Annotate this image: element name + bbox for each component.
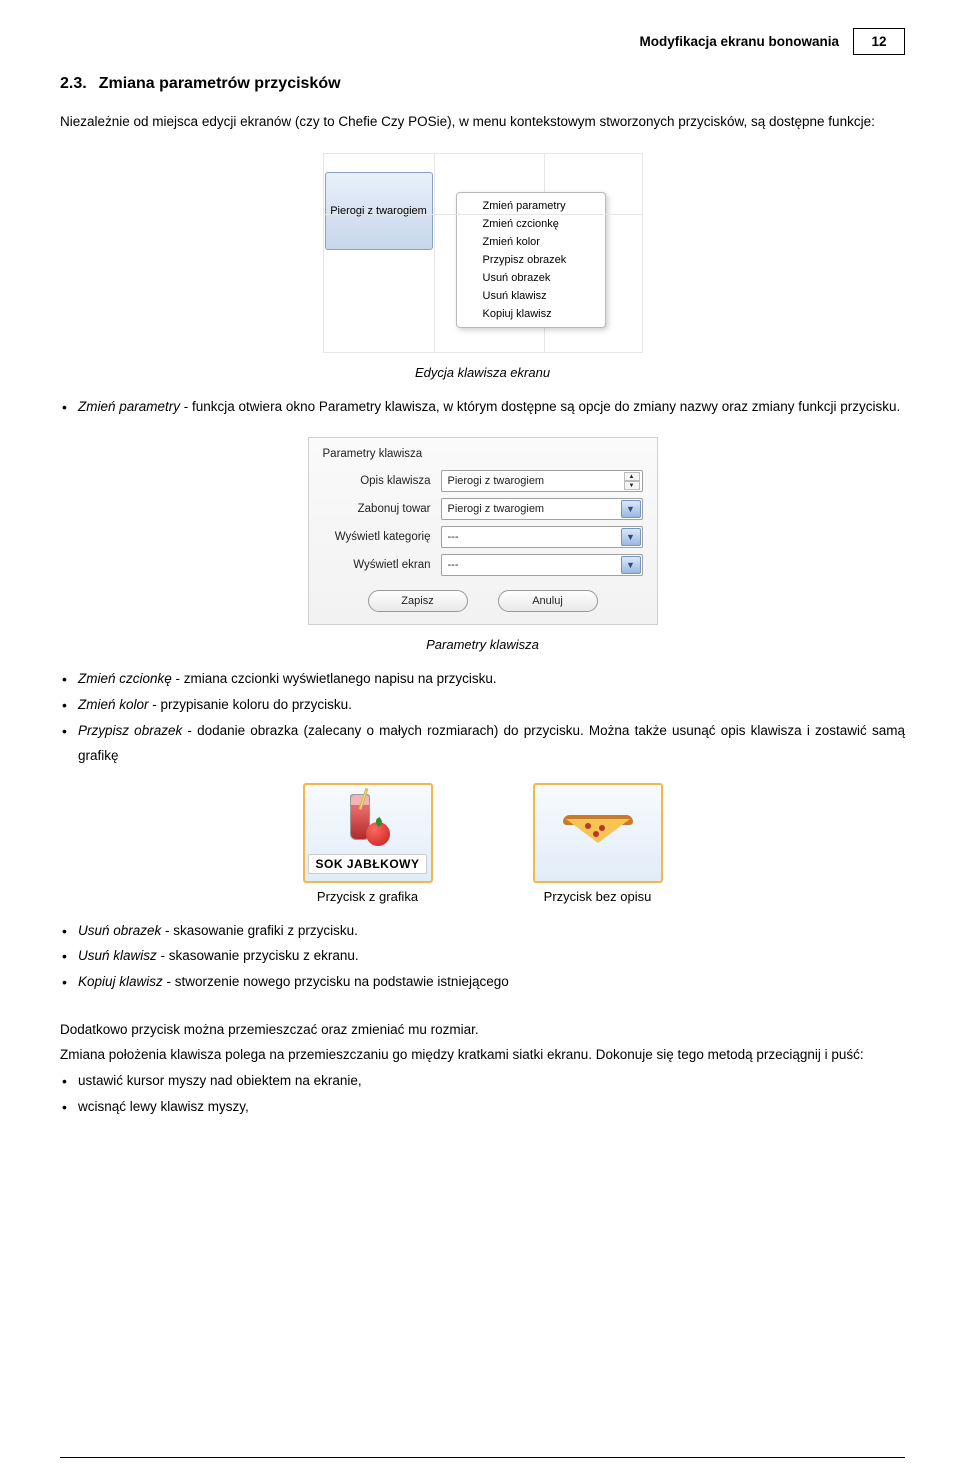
function-name: Zmień czcionkę	[78, 671, 172, 686]
button-with-graphic: SOK JABŁKOWY Przycisk z grafika	[303, 783, 433, 904]
header-title: Modyfikacja ekranu bonowania	[639, 28, 853, 55]
button-without-label: Przycisk bez opisu	[533, 783, 663, 904]
function-desc: - skasowanie przycisku z ekranu.	[157, 948, 359, 963]
list-item: Przypisz obrazek - dodanie obrazka (zale…	[60, 718, 905, 769]
function-desc: - stworzenie nowego przycisku na podstaw…	[163, 974, 509, 989]
label-opis: Opis klawisza	[323, 475, 441, 487]
combo-ekran[interactable]: --- ▼	[441, 554, 643, 576]
steps-list: ustawić kursor myszy nad obiektem na ekr…	[60, 1068, 905, 1119]
chevron-down-icon[interactable]: ▼	[621, 528, 641, 546]
cancel-button[interactable]: Anuluj	[498, 590, 598, 612]
page-number: 12	[853, 28, 905, 55]
section-number: 2.3.	[60, 75, 87, 92]
menu-item-copy-key[interactable]: Kopiuj klawisz	[457, 305, 605, 323]
label-ekran: Wyświetl ekran	[323, 559, 441, 571]
juice-icon	[346, 792, 390, 850]
function-name: Kopiuj klawisz	[78, 974, 163, 989]
function-desc: - zmiana czcionki wyświetlanego napisu n…	[172, 671, 497, 686]
list-item: ustawić kursor myszy nad obiektem na ekr…	[60, 1068, 905, 1094]
combo-zabonuj-value: Pierogi z twarogiem	[448, 503, 545, 515]
function-list-2: Zmień czcionkę - zmiana czcionki wyświet…	[60, 666, 905, 769]
list-item: Zmień czcionkę - zmiana czcionki wyświet…	[60, 666, 905, 692]
section-heading: 2.3. Zmiana parametrów przycisków	[60, 75, 905, 93]
menu-item-remove-key[interactable]: Usuń klawisz	[457, 287, 605, 305]
input-opis[interactable]: Pierogi z twarogiem ▲▼	[441, 470, 643, 492]
preview-caption-left: Przycisk z grafika	[303, 889, 433, 904]
menu-item-change-font[interactable]: Zmień czcionkę	[457, 215, 605, 233]
button-preview-row: SOK JABŁKOWY Przycisk z grafika Przycisk…	[60, 783, 905, 904]
context-menu-figure: Pierogi z twarogiem Zmień parametry Zmie…	[60, 153, 905, 353]
context-menu: Zmień parametry Zmień czcionkę Zmień kol…	[456, 192, 606, 328]
function-name: Przypisz obrazek	[78, 723, 182, 738]
function-name: Usuń obrazek	[78, 923, 161, 938]
function-desc: - przypisanie koloru do przycisku.	[149, 697, 352, 712]
section-title: Zmiana parametrów przycisków	[99, 75, 341, 92]
params-dialog: Parametry klawisza Opis klawisza Pierogi…	[308, 437, 658, 625]
function-desc: - skasowanie grafiki z przycisku.	[161, 923, 358, 938]
preview-button-left[interactable]: SOK JABŁKOWY	[303, 783, 433, 883]
menu-item-change-color[interactable]: Zmień kolor	[457, 233, 605, 251]
preview-caption-right: Przycisk bez opisu	[533, 889, 663, 904]
preview-button-right[interactable]	[533, 783, 663, 883]
function-desc: - funkcja otwiera okno Parametry klawisz…	[180, 399, 900, 414]
list-item: wcisnąć lewy klawisz myszy,	[60, 1094, 905, 1120]
save-button[interactable]: Zapisz	[368, 590, 468, 612]
chevron-down-icon[interactable]: ▼	[621, 500, 641, 518]
function-list-3: Usuń obrazek - skasowanie grafiki z przy…	[60, 918, 905, 995]
menu-item-change-params[interactable]: Zmień parametry	[457, 197, 605, 215]
input-opis-value: Pierogi z twarogiem	[448, 475, 545, 487]
label-zabonuj: Zabonuj towar	[323, 503, 441, 515]
dialog-title: Parametry klawisza	[323, 448, 643, 460]
function-desc: - dodanie obrazka (zalecany o małych roz…	[78, 723, 905, 764]
combo-zabonuj[interactable]: Pierogi z twarogiem ▼	[441, 498, 643, 520]
function-name: Zmień kolor	[78, 697, 149, 712]
combo-kategoria-value: ---	[448, 531, 459, 543]
grid-button[interactable]: Pierogi z twarogiem	[325, 172, 433, 250]
figure-caption-1: Edycja klawisza ekranu	[60, 365, 905, 380]
combo-kategoria[interactable]: --- ▼	[441, 526, 643, 548]
footer-rule	[60, 1457, 905, 1458]
tail-paragraph-1: Dodatkowo przycisk można przemieszczać o…	[60, 1017, 905, 1043]
menu-item-assign-image[interactable]: Przypisz obrazek	[457, 251, 605, 269]
editor-grid: Pierogi z twarogiem Zmień parametry Zmie…	[323, 153, 643, 353]
function-name: Usuń klawisz	[78, 948, 157, 963]
intro-paragraph: Niezależnie od miejsca edycji ekranów (c…	[60, 109, 905, 135]
function-name: Zmień parametry	[78, 399, 180, 414]
page-header: Modyfikacja ekranu bonowania 12	[60, 28, 905, 55]
menu-item-remove-image[interactable]: Usuń obrazek	[457, 269, 605, 287]
list-item: Usuń klawisz - skasowanie przycisku z ek…	[60, 943, 905, 969]
preview-button-label: SOK JABŁKOWY	[308, 854, 426, 874]
function-list-1: Zmień parametry - funkcja otwiera okno P…	[60, 394, 905, 420]
dialog-figure: Parametry klawisza Opis klawisza Pierogi…	[60, 437, 905, 625]
list-item: Zmień parametry - funkcja otwiera okno P…	[60, 394, 905, 420]
chevron-down-icon[interactable]: ▼	[621, 556, 641, 574]
tail-paragraph-2: Zmiana położenia klawisza polega na prze…	[60, 1042, 905, 1068]
list-item: Zmień kolor - przypisanie koloru do przy…	[60, 692, 905, 718]
list-item: Usuń obrazek - skasowanie grafiki z przy…	[60, 918, 905, 944]
figure-caption-2: Parametry klawisza	[60, 637, 905, 652]
combo-ekran-value: ---	[448, 559, 459, 571]
spin-buttons[interactable]: ▲▼	[624, 472, 640, 490]
list-item: Kopiuj klawisz - stworzenie nowego przyc…	[60, 969, 905, 995]
pizza-icon	[563, 813, 633, 853]
label-kategoria: Wyświetl kategorię	[323, 531, 441, 543]
